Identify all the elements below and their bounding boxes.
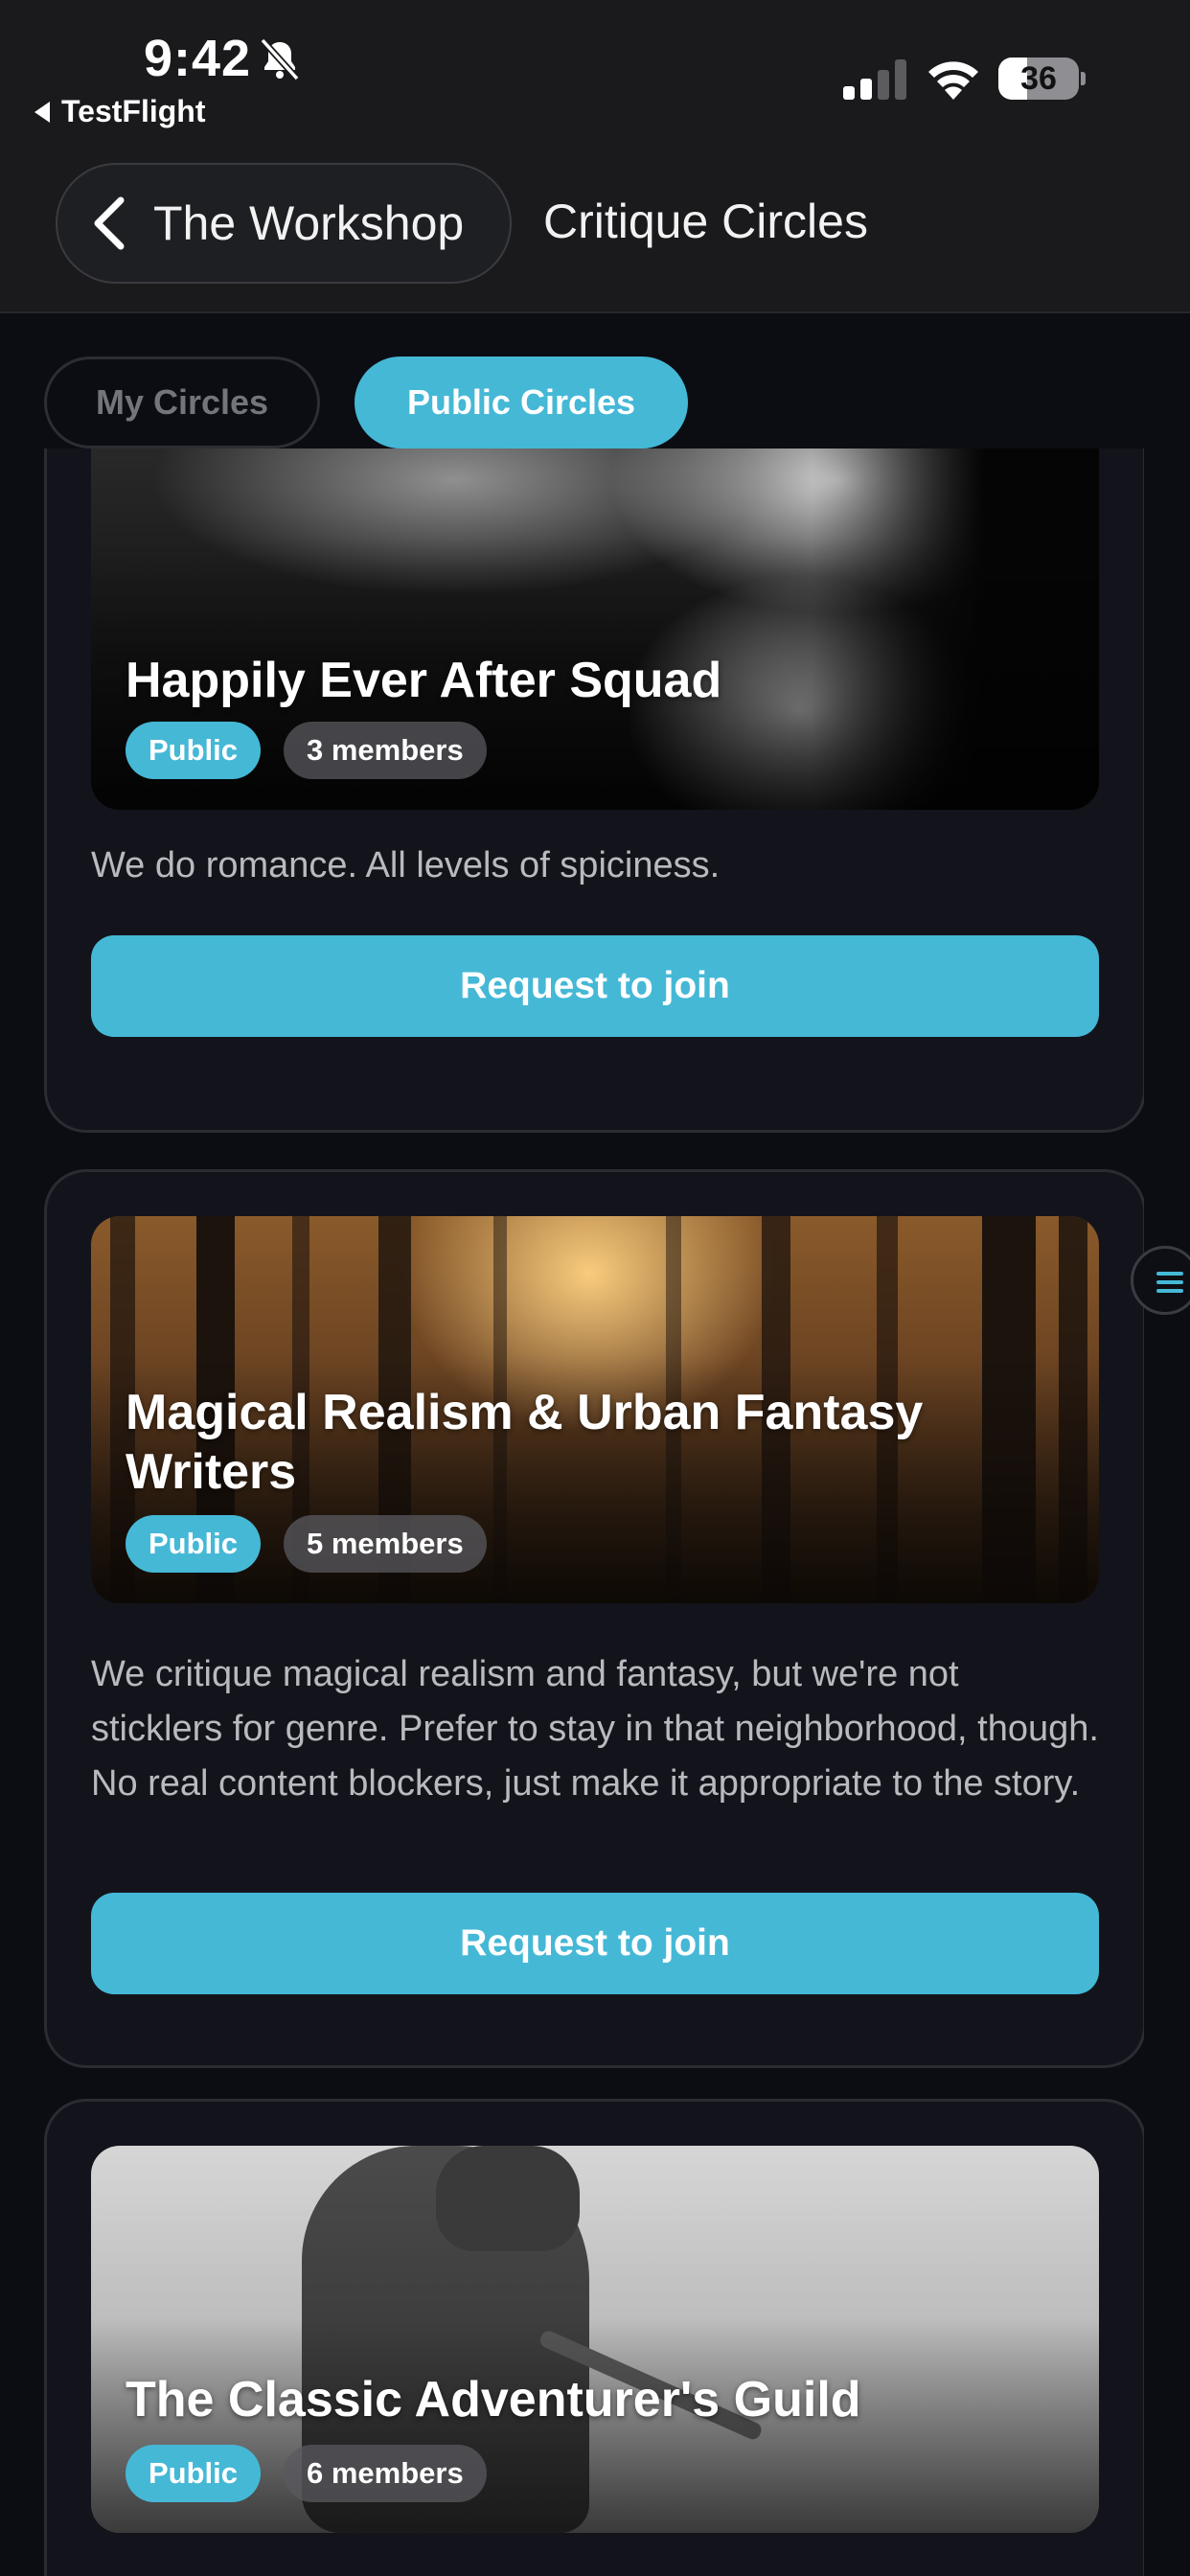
visibility-badge: Public [126, 1515, 262, 1573]
circles-list[interactable]: Happily Ever After Squad Public 3 member… [0, 448, 1144, 2576]
circle-badges: Public 5 members [126, 1515, 487, 1573]
battery-nub [1081, 72, 1086, 85]
back-triangle-icon [34, 101, 50, 123]
visibility-badge: Public [126, 722, 262, 779]
circle-card: The Classic Adventurer's Guild Public 6 … [44, 2099, 1144, 2576]
back-app-label: TestFlight [61, 94, 206, 128]
page-title: Critique Circles [543, 195, 868, 248]
circle-cover-image: Magical Realism & Urban Fantasy Writers … [91, 1216, 1099, 1603]
tab-public-circles[interactable]: Public Circles [355, 356, 688, 448]
member-count-badge: 3 members [284, 722, 487, 779]
battery-icon: 36 [998, 58, 1086, 100]
screen: 9:42 TestFlight 36 The Workshop Critique… [0, 0, 1190, 2576]
wifi-icon [928, 61, 978, 100]
circle-cover-image: The Classic Adventurer's Guild Public 6 … [91, 2146, 1099, 2533]
request-to-join-button[interactable]: Request to join [91, 1893, 1099, 1994]
circle-card: Magical Realism & Urban Fantasy Writers … [44, 1169, 1144, 2068]
member-count-badge: 5 members [284, 1515, 487, 1573]
back-button-label: The Workshop [153, 196, 465, 250]
tab-my-circles[interactable]: My Circles [44, 356, 320, 448]
floating-menu-handle[interactable] [1131, 1246, 1190, 1315]
circle-title: The Classic Adventurer's Guild [126, 2372, 861, 2427]
circle-description: We critique magical realism and fantasy,… [91, 1654, 1099, 1804]
circle-cover-image: Happily Ever After Squad Public 3 member… [91, 448, 1099, 810]
back-to-testflight[interactable]: TestFlight [34, 94, 206, 129]
circle-badges: Public 6 members [126, 2445, 487, 2502]
request-to-join-button[interactable]: Request to join [91, 935, 1099, 1037]
circle-card: Happily Ever After Squad Public 3 member… [44, 448, 1144, 1133]
bell-slash-icon [260, 37, 300, 81]
chevron-left-icon [92, 196, 126, 250]
circle-title: Happily Ever After Squad [126, 653, 722, 708]
top-bar: 9:42 TestFlight 36 The Workshop Critique… [0, 0, 1190, 313]
circle-description: We do romance. All levels of spiciness. [91, 845, 721, 886]
circle-tabs: My Circles Public Circles [0, 356, 1190, 448]
member-count-badge: 6 members [284, 2445, 487, 2502]
circle-badges: Public 3 members [126, 722, 487, 779]
battery-body: 36 [998, 58, 1079, 100]
cellular-signal-icon [843, 59, 906, 100]
back-button[interactable]: The Workshop [56, 163, 513, 284]
visibility-badge: Public [126, 2445, 262, 2502]
circle-title: Magical Realism & Urban Fantasy Writers [126, 1385, 924, 1500]
status-time: 9:42 [144, 30, 252, 87]
battery-level: 36 [1020, 60, 1057, 97]
